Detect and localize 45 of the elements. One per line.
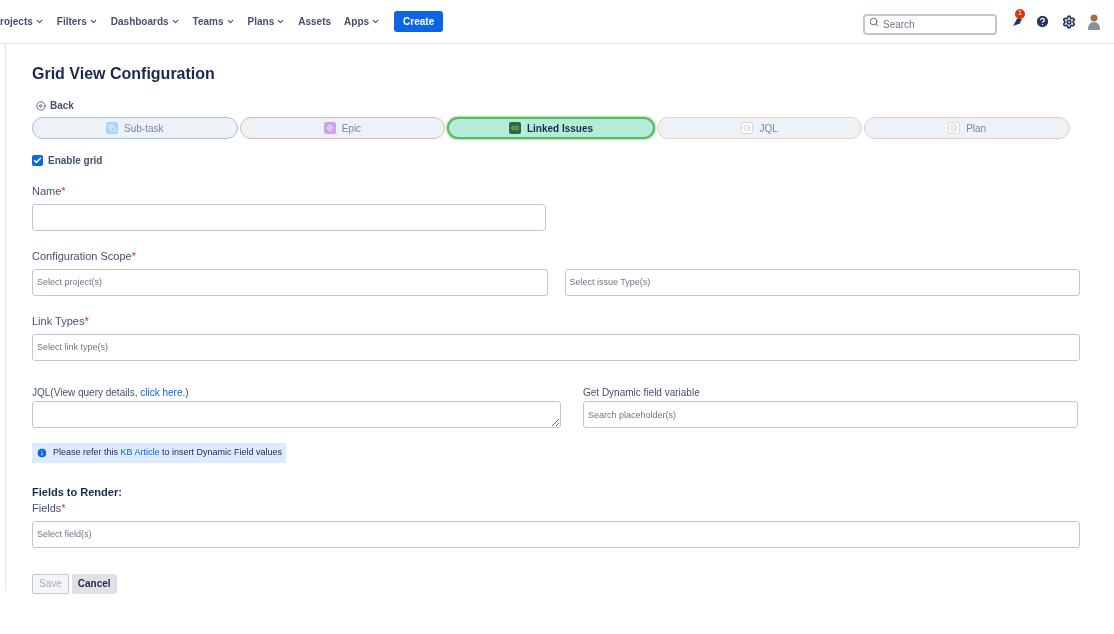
field-label: Name*	[32, 184, 67, 199]
search-icon	[869, 16, 879, 27]
copy-icon	[106, 122, 119, 134]
required-mark: *	[84, 314, 89, 327]
nav-menu[interactable]: rojects	[0, 14, 44, 29]
help-icon[interactable]	[1035, 14, 1050, 29]
page-title: Grid View Configuration	[32, 64, 216, 84]
kb-article-link[interactable]: KB Article	[120, 447, 160, 458]
nav-menu[interactable]: Filters	[56, 14, 98, 29]
checkbox[interactable]	[32, 155, 43, 166]
field-label: Fields*	[32, 500, 67, 516]
select-field[interactable]: Select field(s)	[32, 520, 1080, 548]
checkbox-label: Enable grid	[48, 154, 103, 168]
create-button[interactable]: Create	[394, 11, 444, 32]
nav-menu[interactable]: Assets	[298, 14, 332, 29]
field-label: Configuration Scope*	[32, 249, 137, 264]
required-mark: *	[131, 250, 136, 262]
nav-menu[interactable]: Plans	[247, 14, 286, 29]
required-mark: *	[61, 501, 66, 514]
avatar-icon[interactable]	[1088, 13, 1100, 30]
settings-icon[interactable]	[1062, 14, 1076, 29]
required-mark: *	[61, 185, 66, 197]
document-icon	[948, 122, 961, 134]
lightning-icon	[323, 122, 336, 134]
link-icon	[508, 122, 521, 134]
select-field[interactable]: Search placeholder(s)	[583, 401, 1078, 428]
nav-menu[interactable]: Dashboards	[110, 14, 180, 29]
config-tab[interactable]: Linked Issues	[447, 117, 655, 139]
select-field[interactable]: Select issue Type(s)	[564, 268, 1080, 296]
info-text: Please refer this KB Article to insert Dynamic Field values	[53, 446, 283, 460]
info-icon	[36, 447, 48, 459]
form-button[interactable]: Cancel	[71, 573, 117, 594]
nav-menu[interactable]: Teams	[192, 14, 235, 29]
back-link[interactable]: Back	[36, 98, 74, 113]
section-heading: Fields to Render:	[32, 485, 123, 500]
select-field[interactable]	[32, 204, 546, 231]
search-field[interactable]: Search	[863, 14, 997, 35]
field-label: Get Dynamic field variable	[583, 385, 701, 400]
select-field[interactable]: Select project(s)	[32, 268, 548, 296]
select-field[interactable]: Select link type(s)	[32, 333, 1080, 361]
config-tab[interactable]: Sub-task	[32, 117, 238, 139]
nav-menu[interactable]: Apps	[344, 14, 381, 29]
field-label: JQL(View query details, click here.)	[32, 385, 190, 400]
search-icon	[741, 122, 754, 134]
field-label: Link Types*	[32, 313, 90, 329]
